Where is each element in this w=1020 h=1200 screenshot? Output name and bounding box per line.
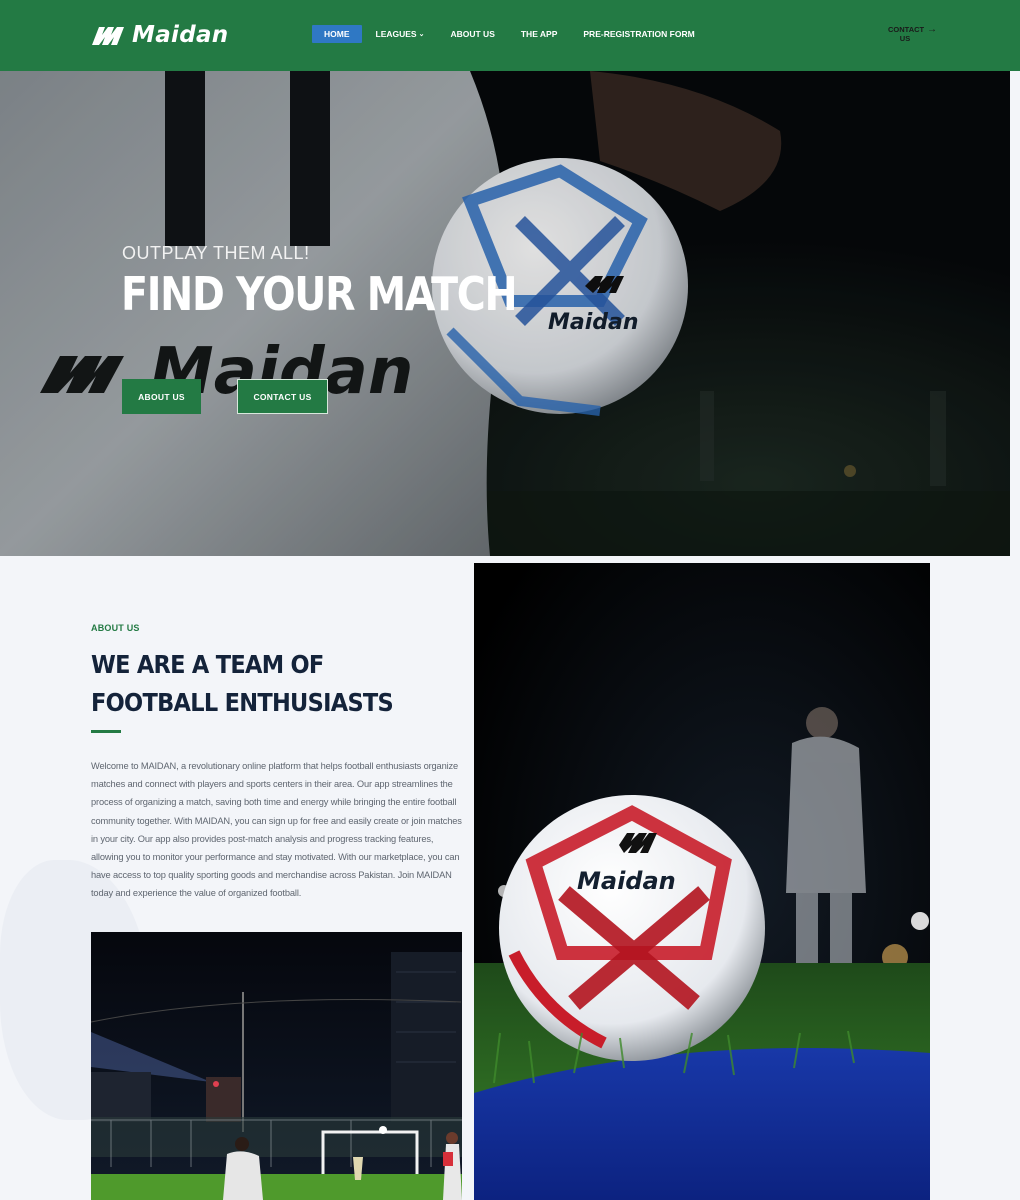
featured-ball-brand: Maidan bbox=[577, 867, 676, 895]
nav-about-us-label: ABOUT US bbox=[450, 29, 495, 39]
logo-mark-icon bbox=[92, 27, 124, 45]
about-title: WE ARE A TEAM OF FOOTBALL ENTHUSIASTS bbox=[91, 650, 394, 717]
hero-tagline: OUTPLAY THEM ALL! bbox=[122, 243, 310, 263]
hero-title: FIND YOUR MATCH bbox=[121, 267, 518, 321]
nav-leagues-label: LEAGUES bbox=[375, 29, 417, 39]
page: Maidan HOME LEAGUES ⌄ ABOUT US THE APP P… bbox=[0, 0, 1020, 1200]
hero-section: Maidan Maidan OUTPLAY THEM ALL! FIND YOU… bbox=[0, 71, 1010, 556]
nav-the-app-label: THE APP bbox=[520, 29, 558, 39]
about-body: Welcome to MAIDAN, a revolutionary onlin… bbox=[91, 761, 462, 899]
header-contact-label: CONTACT US bbox=[888, 25, 925, 43]
hero-about-button[interactable]: ABOUT US bbox=[122, 379, 201, 414]
nav-about-us[interactable]: ABOUT US bbox=[438, 25, 506, 43]
football-closeup-photo: Maidan bbox=[474, 563, 930, 1200]
nav-leagues[interactable]: LEAGUES ⌄ bbox=[364, 25, 437, 43]
chevron-down-icon: ⌄ bbox=[418, 30, 425, 38]
arrow-right-icon: → bbox=[927, 24, 937, 35]
nav-the-app[interactable]: THE APP bbox=[509, 25, 570, 43]
logo[interactable]: Maidan bbox=[90, 20, 228, 50]
about-kicker: ABOUT US bbox=[91, 623, 140, 633]
featured-football: Maidan bbox=[499, 795, 765, 1061]
nav-home[interactable]: HOME bbox=[312, 25, 362, 43]
nav-home-label: HOME bbox=[324, 29, 350, 39]
logo-text: Maidan bbox=[132, 22, 229, 48]
main-nav: HOME LEAGUES ⌄ ABOUT US THE APP PRE-REGI… bbox=[312, 25, 709, 43]
nav-pre-registration-form[interactable]: PRE-REGISTRATION FORM bbox=[571, 25, 706, 43]
site-header: Maidan HOME LEAGUES ⌄ ABOUT US THE APP P… bbox=[0, 0, 1020, 71]
hero-contact-button[interactable]: CONTACT US bbox=[237, 379, 328, 414]
night-match-photo bbox=[91, 932, 462, 1200]
about-title-divider bbox=[91, 730, 121, 733]
header-contact-button[interactable]: CONTACT US → bbox=[888, 24, 937, 44]
nav-pre-registration-label: PRE-REGISTRATION FORM bbox=[583, 29, 695, 39]
